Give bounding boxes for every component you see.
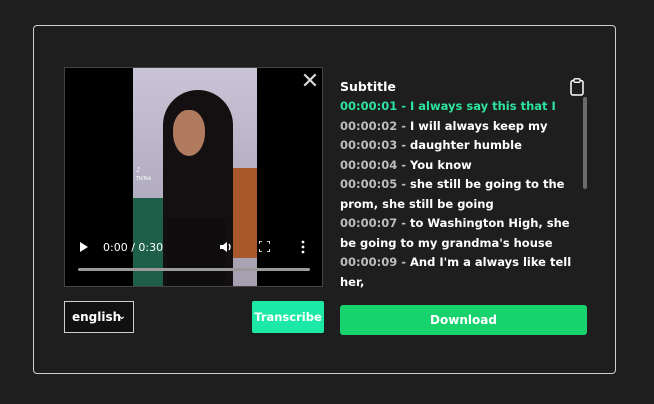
- subtitle-line[interactable]: 00:00:11 - like tell her, too, like it's…: [340, 292, 578, 295]
- subtitle-timestamp: 00:00:02: [340, 118, 398, 133]
- tiktok-watermark-icon: ♪ TikTok: [136, 166, 152, 182]
- subtitle-separator: -: [397, 157, 410, 172]
- subtitle-line[interactable]: 00:00:04 - You know: [340, 156, 578, 176]
- subtitle-timestamp: 00:00:01: [340, 99, 398, 113]
- subtitle-timestamp: 00:00:04: [340, 157, 398, 172]
- subtitle-line[interactable]: 00:00:05 - she still be going to the pro…: [340, 175, 578, 214]
- play-icon[interactable]: [80, 242, 88, 252]
- subtitle-separator: -: [397, 177, 410, 191]
- subtitle-text: You know: [410, 157, 472, 172]
- subtitle-list: 00:00:01 - I always say this that I 00:00…: [340, 97, 578, 295]
- close-icon[interactable]: ✕: [300, 71, 320, 93]
- more-options-icon[interactable]: [301, 240, 305, 254]
- language-select[interactable]: english ⌄: [64, 301, 134, 333]
- subtitle-timestamp: 00:00:05: [340, 177, 398, 191]
- chevron-down-icon: ⌄: [117, 311, 126, 322]
- subtitle-separator: -: [397, 99, 410, 113]
- subtitle-separator: -: [397, 138, 410, 152]
- subtitle-scrollbar[interactable]: [583, 97, 587, 189]
- subtitle-text: I always say this that I: [410, 99, 556, 113]
- subtitle-text: daughter humble: [410, 138, 522, 152]
- subtitle-line[interactable]: 00:00:02 - I will always keep my: [340, 117, 578, 137]
- video-controls: 0:00 / 0:30: [64, 232, 323, 287]
- subtitle-timestamp: 00:00:09: [340, 255, 398, 269]
- subtitle-separator: -: [397, 216, 410, 230]
- subtitle-text: I will always keep my: [410, 118, 548, 133]
- subtitle-line[interactable]: 00:00:01 - I always say this that I: [340, 97, 578, 117]
- clipboard-icon[interactable]: [570, 78, 584, 96]
- subtitle-timestamp: 00:00:07: [340, 216, 398, 230]
- subtitle-line[interactable]: 00:00:07 - to Washington High, she be go…: [340, 214, 578, 253]
- video-time: 0:00 / 0:30: [103, 241, 164, 254]
- fullscreen-icon[interactable]: [259, 241, 270, 252]
- subtitle-line[interactable]: 00:00:03 - daughter humble: [340, 136, 578, 156]
- transcribe-button[interactable]: Transcribe: [252, 301, 324, 333]
- subtitle-separator: -: [397, 294, 410, 295]
- subtitle-timestamp: 00:00:11: [340, 294, 397, 295]
- subtitle-timestamp: 00:00:03: [340, 138, 398, 152]
- subtitle-heading: Subtitle: [340, 79, 396, 94]
- subtitle-separator: -: [397, 118, 410, 133]
- volume-icon[interactable]: [219, 240, 233, 254]
- subtitle-line[interactable]: 00:00:09 - And I'm a always like tell he…: [340, 253, 578, 292]
- download-button[interactable]: Download: [340, 305, 587, 335]
- subtitle-separator: -: [397, 255, 410, 269]
- video-progress-bar[interactable]: [78, 268, 310, 271]
- language-select-value: english: [72, 310, 122, 324]
